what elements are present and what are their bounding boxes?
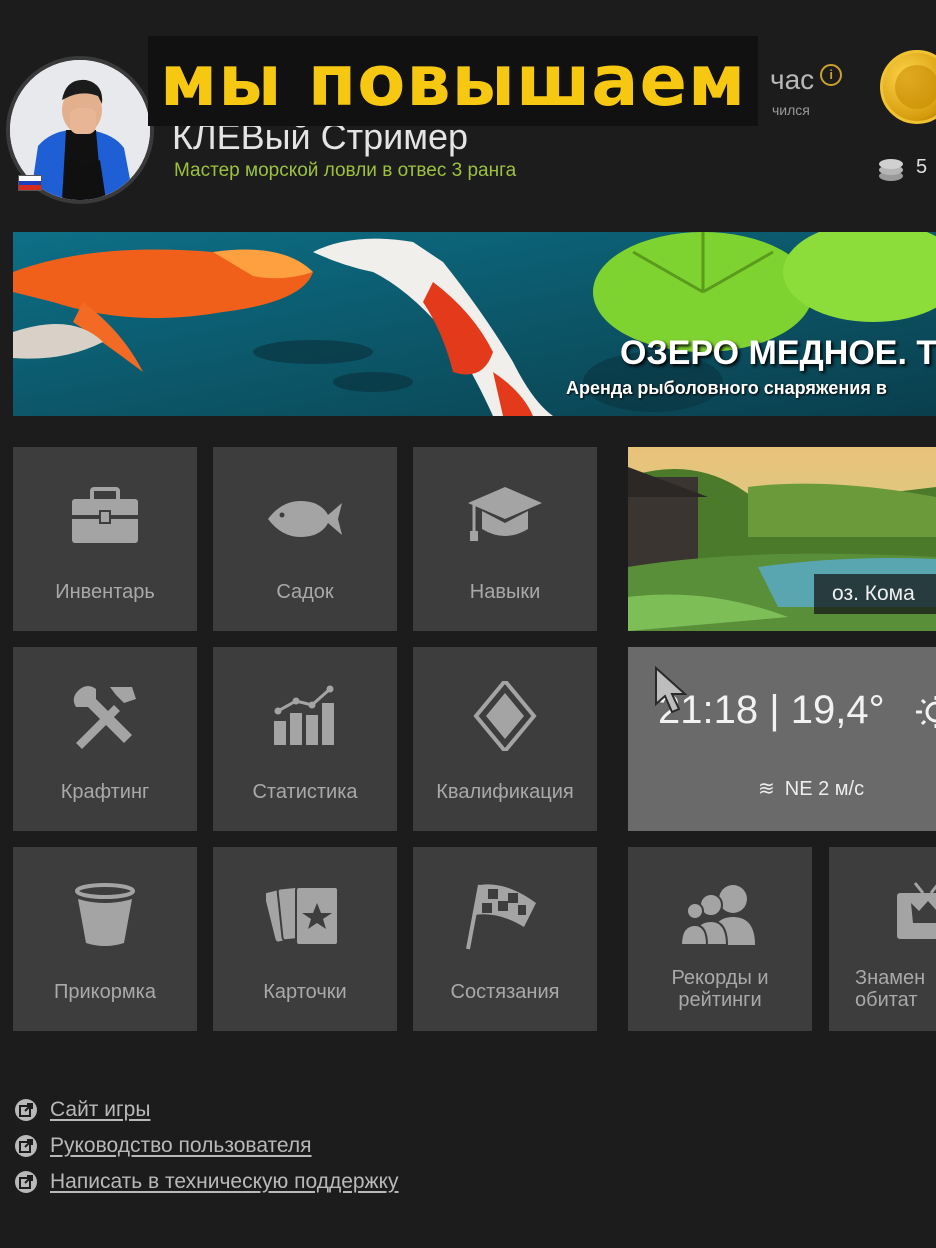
tile-label-crafting: Крафтинг (60, 781, 150, 803)
bucket-icon (75, 883, 135, 946)
info-icon[interactable]: i (820, 64, 843, 86)
silver-coins-icon (879, 159, 903, 181)
external-link-icon (15, 1099, 37, 1121)
banner-title: ОЗЕРО МЕДНОЕ. Т (620, 334, 936, 372)
tile-label-statistics: Статистика (252, 781, 358, 803)
sun-icon (916, 696, 936, 728)
header-status-text: час (770, 64, 815, 95)
graduation-cap-icon (468, 487, 542, 541)
silver-amount: 5 (916, 156, 928, 178)
player-rank: Мастер морской ловли в отвес 3 ранга (174, 160, 517, 181)
wind-direction: NE (784, 778, 813, 800)
tile-label-qualification: Квалификация (436, 781, 574, 803)
weather-temperature: 19,4° (790, 688, 885, 732)
footer-link-support[interactable]: Написать в техническую поддержку (14, 1170, 399, 1194)
footer-link-manual[interactable]: Руководство пользователя (14, 1134, 312, 1158)
header-status: час i (770, 64, 843, 96)
tv-trophy-icon (897, 882, 936, 939)
flag-stripe-red (19, 185, 41, 190)
wind-icon: ≋ (758, 778, 775, 800)
bar-chart-icon (274, 685, 334, 745)
tile-competitions[interactable]: Состязания (413, 847, 597, 1031)
link-user-manual[interactable]: Руководство пользователя (50, 1134, 312, 1158)
tile-qualification[interactable]: Квалификация (413, 647, 597, 831)
tile-records[interactable]: Рекорды и рейтинги (628, 847, 812, 1031)
header-status-subtext: чился (772, 102, 810, 118)
tile-keepnet[interactable]: Садок (213, 447, 397, 631)
country-flag-icon (18, 175, 42, 191)
external-link-icon (15, 1135, 37, 1157)
location-name: оз. Кома (814, 574, 936, 614)
tile-inventory[interactable]: Инвентарь (13, 447, 197, 631)
toolbox-icon (72, 487, 138, 543)
wind-speed: 2 м/с (818, 778, 865, 800)
gold-coin-icon[interactable] (880, 50, 936, 124)
tile-label-cards: Карточки (263, 981, 347, 1003)
tile-label-groundbait: Прикормка (54, 981, 156, 1003)
tile-famous-inhabitants[interactable]: Знамен обитат (829, 847, 936, 1031)
tile-label-keepnet: Садок (276, 581, 334, 603)
tile-skills[interactable]: Навыки (413, 447, 597, 631)
banner-subtitle: Аренда рыболовного снаряжения в (566, 378, 887, 398)
fish-icon (268, 501, 342, 537)
weather-separator: | (758, 688, 791, 732)
diamond-icon (473, 681, 537, 751)
tile-label-competitions: Состязания (450, 981, 560, 1003)
tile-label-records: Рекорды и рейтинги (671, 967, 769, 1011)
weather-wind: ≋ NE 2 м/с (758, 776, 864, 801)
overlay-caption: мы повышаем (148, 36, 759, 126)
tile-label-famous-inhabitants: Знамен обитат (855, 967, 926, 1011)
coin-emblem (895, 65, 936, 109)
tile-label-inventory: Инвентарь (55, 581, 155, 603)
mouse-cursor-icon (655, 666, 688, 714)
tile-cards[interactable]: Карточки (213, 847, 397, 1031)
footer-link-site[interactable]: Сайт игры (14, 1098, 150, 1122)
checkered-flag-icon (466, 884, 536, 950)
external-link-icon (15, 1171, 37, 1193)
tools-icon (73, 686, 136, 749)
tile-groundbait[interactable]: Прикормка (13, 847, 197, 1031)
cards-icon (266, 884, 339, 946)
people-icon (681, 885, 755, 946)
link-game-site[interactable]: Сайт игры (50, 1098, 150, 1122)
link-tech-support[interactable]: Написать в техническую поддержку (50, 1170, 399, 1194)
tile-crafting[interactable]: Крафтинг (13, 647, 197, 831)
tile-statistics[interactable]: Статистика (213, 647, 397, 831)
tile-label-skills: Навыки (469, 581, 541, 603)
